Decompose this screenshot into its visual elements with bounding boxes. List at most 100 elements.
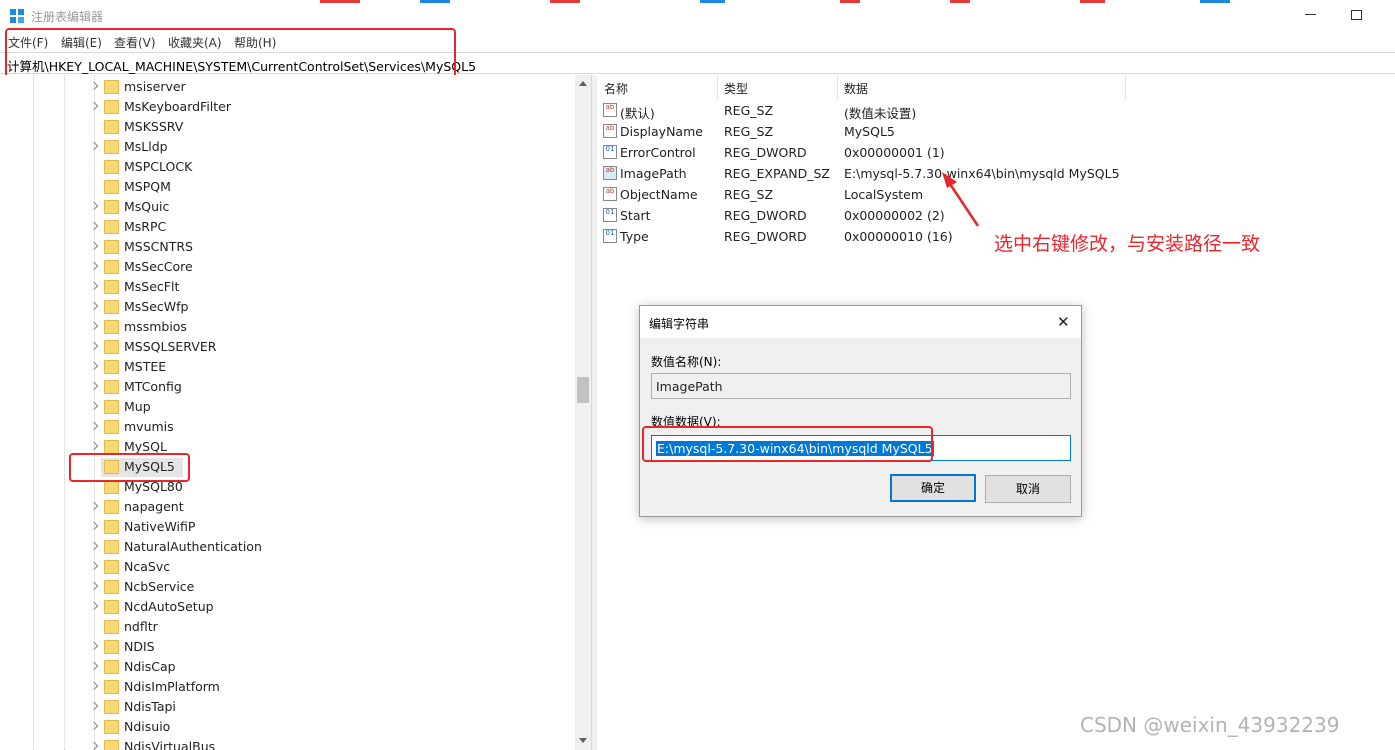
expand-chevron-icon[interactable] [89,361,99,371]
tree-item[interactable]: MsSecWfp [0,297,575,317]
expand-chevron-icon[interactable] [89,501,99,511]
column-header-type[interactable]: 类型 [724,80,748,97]
folder-icon [104,80,119,94]
column-separator[interactable] [717,75,718,100]
expand-chevron-icon[interactable] [89,561,99,571]
expand-chevron-icon[interactable] [89,141,99,151]
expand-chevron-icon[interactable] [89,741,99,750]
menu-edit[interactable]: 编辑(E) [61,34,102,51]
tree-item[interactable]: MsQuic [0,197,575,217]
expand-chevron-icon[interactable] [89,221,99,231]
tree-item[interactable]: msiserver [0,77,575,97]
expand-chevron-icon[interactable] [89,101,99,111]
expand-chevron-icon[interactable] [89,341,99,351]
value-data-field[interactable]: E:\mysql-5.7.30-winx64\bin\mysqld MySQL5 [651,435,1071,461]
folder-icon [104,720,119,734]
tree-item-selected[interactable]: MySQL5 [0,457,575,477]
tree-item[interactable]: MSSQLSERVER [0,337,575,357]
folder-icon [104,420,119,434]
expand-chevron-icon[interactable] [89,281,99,291]
expand-chevron-icon[interactable] [89,441,99,451]
tree-item[interactable]: MSPQM [0,177,575,197]
tree-item[interactable]: Ndisuio [0,717,575,737]
folder-icon [104,680,119,694]
folder-icon [104,660,119,674]
tree-item[interactable]: MSPCLOCK [0,157,575,177]
expand-chevron-icon[interactable] [89,401,99,411]
expand-chevron-icon[interactable] [89,261,99,271]
tree-item[interactable]: NdisCap [0,657,575,677]
expand-chevron-icon[interactable] [89,641,99,651]
value-data-text[interactable]: E:\mysql-5.7.30-winx64\bin\mysqld MySQL5 [656,441,934,456]
tree-item[interactable]: napagent [0,497,575,517]
ok-button[interactable]: 确定 [890,474,976,502]
tree-item[interactable]: mvumis [0,417,575,437]
tree-item[interactable]: NDIS [0,637,575,657]
value-row[interactable]: 01 Start REG_DWORD 0x00000002 (2) [597,205,1157,226]
tree-item[interactable]: ndfltr [0,617,575,637]
cancel-button[interactable]: 取消 [985,475,1071,503]
tree-item[interactable]: MSKSSRV [0,117,575,137]
tree-item[interactable]: NdisVirtualBus [0,737,575,750]
value-row[interactable]: ab ObjectName REG_SZ LocalSystem [597,184,1157,205]
expand-chevron-icon[interactable] [89,601,99,611]
tree-item[interactable]: NcbService [0,577,575,597]
binary-value-icon: 01 [603,208,617,222]
tree-item[interactable]: MsLldp [0,137,575,157]
expand-chevron-icon[interactable] [89,661,99,671]
menu-help[interactable]: 帮助(H) [234,34,276,51]
tree-item[interactable]: NativeWifiP [0,517,575,537]
column-header-name[interactable]: 名称 [604,80,628,97]
column-separator[interactable] [837,75,838,100]
expand-chevron-icon[interactable] [89,81,99,91]
tree-item[interactable]: MySQL [0,437,575,457]
tree-item[interactable]: MsSecCore [0,257,575,277]
value-row[interactable]: ab DisplayName REG_SZ MySQL5 [597,121,1157,142]
expand-chevron-icon[interactable] [89,241,99,251]
expand-chevron-icon[interactable] [89,521,99,531]
expand-chevron-icon[interactable] [89,421,99,431]
expand-chevron-icon[interactable] [89,201,99,211]
maximize-button[interactable] [1351,10,1362,20]
value-row[interactable]: 01 ErrorControl REG_DWORD 0x00000001 (1) [597,142,1157,163]
tree-item[interactable]: MySQL80 [0,477,575,497]
value-row[interactable]: ab (默认) REG_SZ (数值未设置) [597,100,1157,121]
tree-item[interactable]: MTConfig [0,377,575,397]
tree-item[interactable]: Mup [0,397,575,417]
close-icon[interactable]: ✕ [1057,313,1070,331]
address-path[interactable]: 计算机\HKEY_LOCAL_MACHINE\SYSTEM\CurrentCon… [7,56,476,75]
tree-item[interactable]: NcdAutoSetup [0,597,575,617]
column-separator[interactable] [1125,75,1126,100]
expand-chevron-icon[interactable] [89,681,99,691]
expand-chevron-icon[interactable] [89,381,99,391]
expand-chevron-icon[interactable] [89,581,99,591]
value-row[interactable]: ab ImagePath REG_EXPAND_SZ E:\mysql-5.7.30-… [597,163,1157,184]
menu-view[interactable]: 查看(V) [114,34,156,51]
folder-icon [104,540,119,554]
column-header-data[interactable]: 数据 [844,80,868,97]
tree-item[interactable]: MSTEE [0,357,575,377]
tree-item[interactable]: MsSecFlt [0,277,575,297]
scroll-down-arrow-icon[interactable] [579,738,587,743]
tree-item[interactable]: NaturalAuthentication [0,537,575,557]
expand-chevron-icon[interactable] [89,721,99,731]
folder-icon [104,100,119,114]
expand-chevron-icon[interactable] [89,701,99,711]
tree-item[interactable]: NcaSvc [0,557,575,577]
scroll-up-arrow-icon[interactable] [579,81,587,86]
tree-item[interactable]: mssmbios [0,317,575,337]
minimize-button[interactable] [1305,14,1316,15]
tree-item[interactable]: MsKeyboardFilter [0,97,575,117]
tree-scrollbar[interactable] [575,75,591,750]
menu-file[interactable]: 文件(F) [8,34,48,51]
menu-favorites[interactable]: 收藏夹(A) [168,34,222,51]
scroll-thumb[interactable] [577,377,589,403]
tree-item[interactable]: NdisImPlatform [0,677,575,697]
expand-chevron-icon[interactable] [89,321,99,331]
expand-chevron-icon[interactable] [89,541,99,551]
expand-chevron-icon[interactable] [89,301,99,311]
tree-item[interactable]: MsRPC [0,217,575,237]
tree-item[interactable]: MSSCNTRS [0,237,575,257]
address-bar[interactable]: 计算机\HKEY_LOCAL_MACHINE\SYSTEM\CurrentCon… [0,52,1395,74]
tree-item[interactable]: NdisTapi [0,697,575,717]
